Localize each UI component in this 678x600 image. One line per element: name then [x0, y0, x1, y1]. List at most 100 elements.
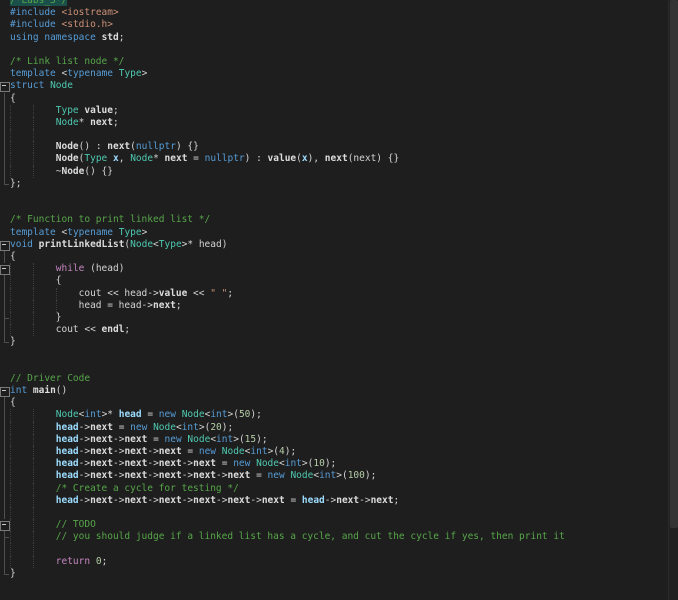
code-token: -> — [181, 458, 194, 470]
code-token: -> — [78, 470, 91, 482]
code-line[interactable]: // TODO — [0, 519, 678, 532]
fold-guide — [0, 214, 10, 226]
vertical-scrollbar[interactable] — [668, 0, 678, 600]
code-token: template — [10, 68, 56, 80]
code-token: >( — [267, 445, 280, 457]
code-line[interactable]: cout << head->value << " "; — [0, 287, 678, 300]
code-token: -> — [147, 458, 159, 470]
code-line[interactable]: ~Node() {} — [0, 165, 678, 179]
code-line[interactable]: #include <iostream> — [0, 7, 678, 19]
code-editor[interactable]: /*Labs_3*/#include <iostream> #include <s… — [0, 0, 678, 600]
code-line[interactable]: /* Function to print linked list */ — [0, 214, 678, 226]
indent-guide — [10, 531, 11, 544]
code-token: >( — [233, 433, 245, 445]
code-line[interactable] — [0, 129, 678, 142]
fold-guide — [0, 7, 10, 19]
code-line[interactable]: /* Link list node */ — [0, 56, 678, 68]
code-text: head->next->next = new Node<int>(15); — [10, 433, 678, 446]
code-line[interactable]: #include <stdio.h> — [0, 19, 678, 31]
code-line[interactable]: head->next->next = new Node<int>(15); — [0, 433, 678, 447]
fold-marker-icon[interactable] — [0, 263, 10, 276]
fold-marker-icon[interactable] — [0, 239, 10, 251]
code-line[interactable]: { — [0, 397, 678, 410]
code-line[interactable]: head->next->next->next->next->next->next… — [0, 494, 678, 508]
fold-guide — [0, 116, 10, 130]
code-token: Node — [290, 470, 314, 482]
fold-guide — [0, 104, 10, 118]
code-line[interactable]: }; — [0, 177, 678, 190]
code-token: next — [324, 153, 348, 165]
code-line[interactable]: head = head->next; — [0, 299, 678, 313]
code-line[interactable]: /* Create a cycle for testing */ — [0, 482, 678, 495]
code-token: Type — [55, 104, 79, 116]
code-line[interactable]: return 0; — [0, 555, 678, 569]
fold-marker-icon[interactable] — [0, 80, 10, 93]
code-line[interactable] — [0, 361, 678, 373]
code-line[interactable]: { — [0, 92, 678, 105]
code-line[interactable]: } — [0, 311, 678, 325]
code-token: // you should judge if a linked list has… — [55, 531, 565, 543]
code-token: endl — [101, 324, 125, 336]
code-token: }; — [10, 177, 22, 189]
fold-marker-icon[interactable] — [0, 385, 10, 398]
code-line[interactable]: { — [0, 250, 678, 264]
code-token: /* Create a cycle for testing */ — [55, 482, 239, 494]
code-line[interactable]: struct Node — [0, 80, 678, 93]
scrollbar-thumb[interactable] — [670, 0, 678, 528]
indent-guide — [32, 116, 34, 130]
code-token: // Driver Code — [10, 372, 91, 384]
code-line[interactable]: head->next = new Node<int>(20); — [0, 421, 678, 434]
code-token: () — [55, 385, 68, 396]
code-token: int — [284, 458, 302, 470]
fold-guide — [0, 470, 10, 483]
code-line[interactable] — [0, 506, 678, 520]
code-line[interactable] — [0, 44, 678, 56]
fold-marker-icon[interactable] — [0, 519, 10, 532]
code-token: head — [55, 421, 79, 433]
indent-guide — [10, 104, 11, 117]
code-line[interactable]: { — [0, 275, 678, 288]
code-token: Node — [61, 165, 85, 177]
code-line[interactable]: template <typename Type> — [0, 68, 678, 80]
code-line[interactable]: head->next->next->next->next->next = new… — [0, 470, 678, 483]
code-line[interactable]: // you should judge if a linked list has… — [0, 531, 678, 544]
code-line[interactable]: Node(Type x, Node* next = nullptr) : val… — [0, 153, 678, 166]
code-line[interactable]: head->next->next->next = new Node<int>(4… — [0, 445, 678, 459]
code-line[interactable]: head->next->next->next->next = new Node<… — [0, 458, 678, 471]
code-token: int — [210, 409, 228, 421]
code-line[interactable]: Node<int>* head = new Node<int>(50); — [0, 409, 678, 422]
code-line[interactable]: /*Labs_3*/ — [0, 0, 678, 7]
code-token: Node — [55, 153, 79, 165]
code-line[interactable]: Node* next; — [0, 116, 678, 130]
code-token: next — [124, 494, 148, 506]
code-token: -> — [147, 445, 159, 457]
code-line[interactable]: while (head) — [0, 263, 678, 276]
code-text: /* Create a cycle for testing */ — [10, 482, 678, 495]
code-line[interactable]: } — [0, 567, 678, 580]
code-line[interactable]: // Driver Code — [0, 373, 678, 385]
code-line[interactable]: using namespace std; — [0, 32, 678, 44]
code-line[interactable] — [0, 348, 678, 360]
code-token: ; — [113, 104, 119, 116]
code-token: while — [55, 263, 85, 275]
code-line[interactable]: template <typename Type> — [0, 227, 678, 239]
code-line[interactable] — [0, 202, 678, 214]
code-token: () {} — [84, 165, 113, 177]
indent-guide — [10, 287, 11, 300]
code-token: -> — [78, 445, 91, 457]
code-line[interactable] — [0, 190, 678, 202]
code-line[interactable]: Node() : next(nullptr) {} — [0, 141, 678, 154]
code-line[interactable] — [0, 543, 678, 556]
code-line[interactable]: void printLinkedList(Node<Type>* head) — [0, 239, 678, 251]
code-line[interactable]: cout << endl; — [0, 324, 678, 337]
code-line[interactable]: Type value; — [0, 104, 678, 118]
code-text: head->next->next->next = new Node<int>(4… — [10, 445, 678, 459]
code-line[interactable]: } — [0, 336, 678, 348]
code-token: -> — [78, 494, 91, 506]
code-line[interactable]: int main() — [0, 385, 678, 398]
fold-guide — [0, 190, 10, 202]
code-token: -> — [113, 470, 125, 482]
code-token: next — [227, 494, 251, 506]
code-token: ); — [221, 421, 234, 433]
